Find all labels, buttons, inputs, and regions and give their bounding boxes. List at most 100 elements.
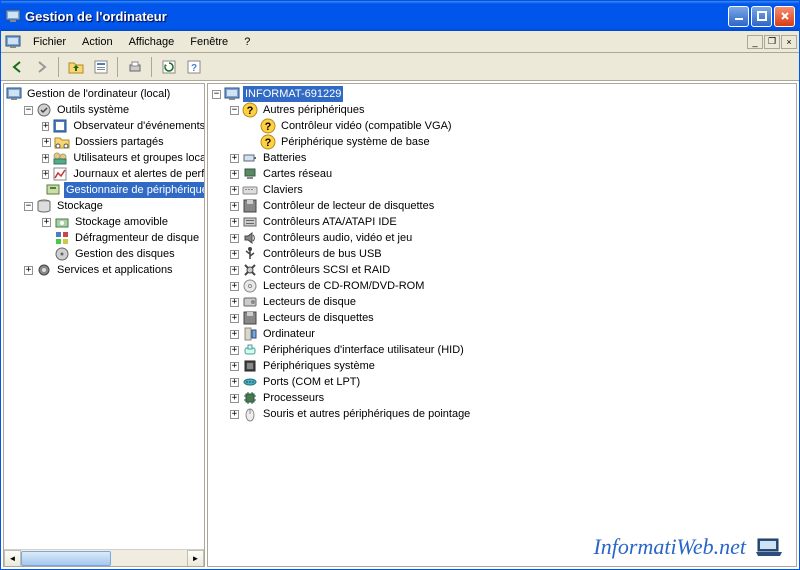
node-label: Défragmenteur de disque	[73, 230, 201, 246]
expand-icon[interactable]: +	[42, 218, 51, 227]
collapse-icon[interactable]: −	[24, 202, 33, 211]
node-computer-mgmt[interactable]: Gestion de l'ordinateur (local)	[6, 86, 204, 102]
menu-file[interactable]: Fichier	[25, 34, 74, 50]
expand-icon[interactable]: +	[230, 410, 239, 419]
expand-icon[interactable]: +	[230, 202, 239, 211]
menu-window[interactable]: Fenêtre	[182, 34, 236, 50]
expand-icon[interactable]: +	[230, 266, 239, 275]
expand-icon[interactable]: +	[230, 234, 239, 243]
cat-sound[interactable]: +Contrôleurs audio, vidéo et jeu	[230, 230, 796, 246]
cat-other-devices[interactable]: −Autres périphériques	[230, 102, 796, 118]
window-title: Gestion de l'ordinateur	[25, 9, 726, 24]
expand-icon[interactable]: +	[42, 138, 51, 147]
expand-icon[interactable]: +	[42, 154, 49, 163]
menu-action[interactable]: Action	[74, 34, 121, 50]
expand-icon[interactable]: +	[230, 250, 239, 259]
maximize-button[interactable]	[751, 6, 772, 27]
node-device-manager[interactable]: Gestionnaire de périphériques	[42, 182, 204, 198]
expand-icon[interactable]: +	[230, 154, 239, 163]
cat-cdrom[interactable]: +Lecteurs de CD-ROM/DVD-ROM	[230, 278, 796, 294]
back-button[interactable]	[5, 56, 28, 78]
minimize-button[interactable]	[728, 6, 749, 27]
expand-icon[interactable]: +	[230, 362, 239, 371]
expand-icon[interactable]: +	[42, 170, 49, 179]
help-button[interactable]	[182, 56, 205, 78]
question-icon	[242, 102, 258, 118]
node-users-groups[interactable]: +Utilisateurs et groupes locaux	[42, 150, 204, 166]
node-removable-storage[interactable]: +Stockage amovible	[42, 214, 204, 230]
collapse-icon[interactable]: −	[24, 106, 33, 115]
node-defrag[interactable]: Défragmenteur de disque	[42, 230, 204, 246]
laptop-icon	[754, 535, 784, 559]
expand-icon[interactable]: +	[230, 186, 239, 195]
node-perf-logs[interactable]: +Journaux et alertes de performances	[42, 166, 204, 182]
cat-computer[interactable]: +Ordinateur	[230, 326, 796, 342]
cd-icon	[242, 278, 258, 294]
menu-view[interactable]: Affichage	[121, 34, 183, 50]
node-storage[interactable]: − Stockage	[24, 198, 204, 214]
cat-scsi[interactable]: +Contrôleurs SCSI et RAID	[230, 262, 796, 278]
cat-hid[interactable]: +Périphériques d'interface utilisateur (…	[230, 342, 796, 358]
node-shared-folders[interactable]: +Dossiers partagés	[42, 134, 204, 150]
forward-button	[30, 56, 53, 78]
mdi-close-button[interactable]: ×	[781, 35, 797, 49]
expand-icon[interactable]: +	[230, 314, 239, 323]
cat-mice[interactable]: +Souris et autres périphériques de point…	[230, 406, 796, 422]
node-label: Ports (COM et LPT)	[261, 374, 362, 390]
scope-pane: Gestion de l'ordinateur (local) − Outils…	[3, 83, 205, 567]
node-disk-mgmt[interactable]: Gestion des disques	[42, 246, 204, 262]
dev-video-controller[interactable]: Contrôleur vidéo (compatible VGA)	[248, 118, 796, 134]
cat-usb[interactable]: +Contrôleurs de bus USB	[230, 246, 796, 262]
scope-tree[interactable]: Gestion de l'ordinateur (local) − Outils…	[4, 84, 204, 549]
cat-network[interactable]: +Cartes réseau	[230, 166, 796, 182]
print-button[interactable]	[123, 56, 146, 78]
scroll-track[interactable]	[21, 550, 187, 566]
expand-icon[interactable]: +	[230, 298, 239, 307]
expand-icon[interactable]: +	[230, 330, 239, 339]
scroll-right-button[interactable]: ►	[187, 550, 204, 567]
expand-icon[interactable]: +	[24, 266, 33, 275]
mdi-minimize-button[interactable]: _	[747, 35, 763, 49]
horizontal-scrollbar[interactable]: ◄ ►	[4, 549, 204, 566]
mdi-restore-button[interactable]: ❐	[764, 35, 780, 49]
cat-ports[interactable]: + Ports (COM et LPT)	[230, 374, 796, 390]
cat-system-devices[interactable]: +Périphériques système	[230, 358, 796, 374]
close-button[interactable]	[774, 6, 795, 27]
expand-icon[interactable]: +	[42, 122, 49, 131]
node-label: Claviers	[261, 182, 305, 198]
scroll-left-button[interactable]: ◄	[4, 550, 21, 567]
users-icon	[52, 150, 68, 166]
menu-help[interactable]: ?	[236, 34, 258, 50]
refresh-button[interactable]	[157, 56, 180, 78]
cat-disk-drives[interactable]: +Lecteurs de disque	[230, 294, 796, 310]
node-event-viewer[interactable]: +Observateur d'événements	[42, 118, 204, 134]
expand-icon[interactable]: +	[230, 394, 239, 403]
collapse-icon[interactable]: −	[230, 106, 239, 115]
device-tree[interactable]: − INFORMAT-691229 −Autres périphériques …	[208, 84, 796, 424]
defrag-icon	[54, 230, 70, 246]
gear-icon	[36, 262, 52, 278]
computer-icon	[6, 86, 22, 102]
scroll-thumb[interactable]	[21, 551, 111, 566]
cat-batteries[interactable]: + Batteries	[230, 150, 796, 166]
device-root[interactable]: − INFORMAT-691229	[212, 86, 796, 102]
separator	[58, 57, 59, 77]
expand-icon[interactable]: +	[230, 170, 239, 179]
properties-button[interactable]	[89, 56, 112, 78]
node-label: Batteries	[261, 150, 308, 166]
expand-icon[interactable]: +	[230, 282, 239, 291]
node-label: Gestion des disques	[73, 246, 177, 262]
cat-ide[interactable]: +Contrôleurs ATA/ATAPI IDE	[230, 214, 796, 230]
node-system-tools[interactable]: − Outils système	[24, 102, 204, 118]
node-services-apps[interactable]: +Services et applications	[24, 262, 204, 278]
expand-icon[interactable]: +	[230, 346, 239, 355]
expand-icon[interactable]: +	[230, 218, 239, 227]
cat-keyboards[interactable]: + Claviers	[230, 182, 796, 198]
expand-icon[interactable]: +	[230, 378, 239, 387]
up-button[interactable]	[64, 56, 87, 78]
dev-base-system[interactable]: Périphérique système de base	[248, 134, 796, 150]
cat-processors[interactable]: +Processeurs	[230, 390, 796, 406]
cat-floppy-drives[interactable]: +Lecteurs de disquettes	[230, 310, 796, 326]
collapse-icon[interactable]: −	[212, 90, 221, 99]
cat-floppy-controller[interactable]: +Contrôleur de lecteur de disquettes	[230, 198, 796, 214]
